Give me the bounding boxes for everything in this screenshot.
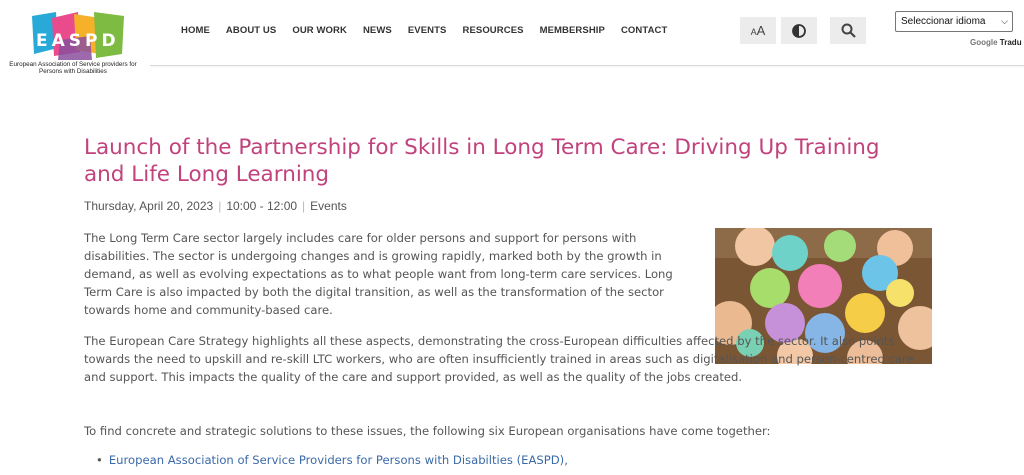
paragraph-intro: The Long Term Care sector largely includ…: [84, 231, 673, 317]
meta-separator: |: [218, 199, 222, 213]
nav-resources[interactable]: RESOURCES: [462, 22, 523, 40]
nav-membership[interactable]: MEMBERSHIP: [540, 22, 605, 40]
search-button[interactable]: [830, 17, 866, 44]
language-select-value: Seleccionar idioma: [901, 16, 986, 27]
easpd-logo[interactable]: EASPD European Association of Service pr…: [8, 10, 138, 78]
nav-news[interactable]: NEWS: [363, 22, 392, 40]
nav-events[interactable]: EVENTS: [408, 22, 447, 40]
logo-tagline: European Association of Service provider…: [9, 61, 137, 75]
logo-text: EASPD: [36, 31, 120, 51]
site-header: EASPD European Association of Service pr…: [0, 0, 1024, 80]
google-translate-credit[interactable]: Google Tradu: [970, 38, 1022, 47]
paragraph-organisations-intro: To find concrete and strategic solutions…: [84, 424, 771, 438]
event-meta: Thursday, April 20, 2023 | 10:00 - 12:00 | E…: [84, 199, 347, 213]
organisations-list: European Association of Service Provider…: [96, 451, 896, 469]
language-select[interactable]: Seleccionar idioma ⌵: [895, 11, 1013, 32]
paragraph-care-strategy: The European Care Strategy highlights al…: [84, 334, 914, 384]
page-title: Launch of the Partnership for Skills in …: [84, 135, 880, 187]
contrast-icon: [792, 23, 806, 38]
chevron-down-icon: ⌵: [1001, 16, 1008, 26]
event-time: 10:00 - 12:00: [226, 199, 298, 213]
google-label: Google: [970, 38, 998, 47]
nav-our-work[interactable]: OUR WORK: [292, 22, 347, 40]
font-size-button[interactable]: AA: [740, 17, 776, 44]
nav-contact[interactable]: CONTACT: [621, 22, 667, 40]
translate-label: Tradu: [999, 38, 1022, 47]
main-nav: HOME ABOUT US OUR WORK NEWS EVENTS RESOU…: [173, 22, 683, 40]
search-icon: [841, 23, 856, 38]
nav-home[interactable]: HOME: [181, 22, 210, 40]
meta-separator: |: [302, 199, 306, 213]
event-category[interactable]: Events: [310, 199, 347, 213]
list-item-organisation[interactable]: European Association of Service Provider…: [96, 451, 896, 469]
contrast-button[interactable]: [781, 17, 817, 44]
event-date: Thursday, April 20, 2023: [84, 199, 214, 213]
header-divider: [150, 65, 1024, 66]
nav-about-us[interactable]: ABOUT US: [226, 22, 276, 40]
font-size-icon: AA: [750, 23, 766, 38]
